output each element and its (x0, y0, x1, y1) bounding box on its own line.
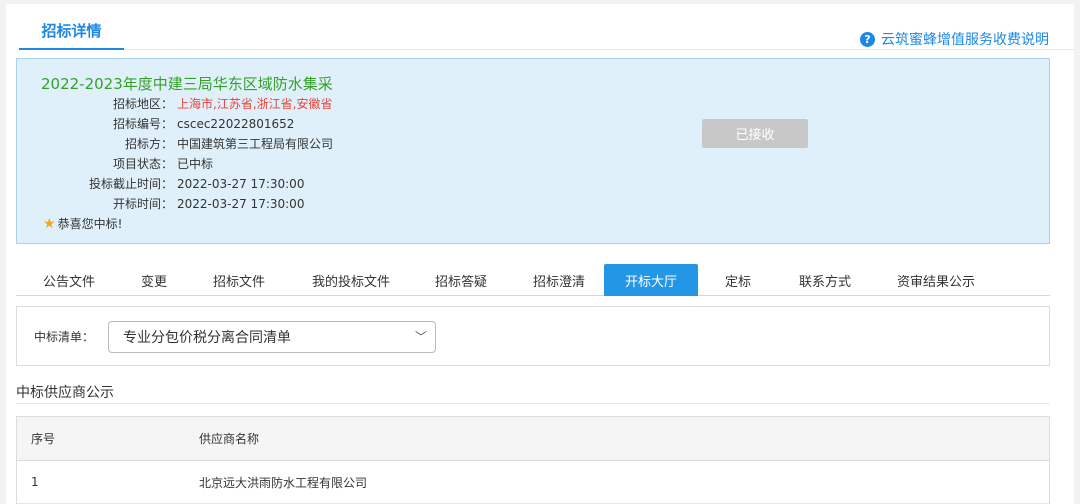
field-label: 招标方： (124, 137, 173, 151)
field-label: 招标编号： (112, 117, 173, 131)
tab-bar: 公告文件 变更 招标文件 我的投标文件 招标答疑 招标澄清 开标大厅 定标 联系… (16, 264, 1050, 296)
fee-description-link[interactable]: ? 云筑蜜蜂增值服务收费说明 (860, 29, 1049, 49)
award-list-label: 中标清单： (34, 330, 95, 344)
field-value: 上海市,江苏省,浙江省,安徽省 (177, 97, 333, 111)
tab-award[interactable]: 定标 (716, 264, 760, 296)
chevron-down-icon: ﹀ (414, 330, 427, 344)
fee-description-label: 云筑蜜蜂增值服务收费说明 (881, 32, 1049, 48)
field-value: 已中标 (177, 157, 214, 171)
field-value: 中国建筑第三工程局有限公司 (177, 137, 334, 151)
star-icon: ★ (43, 215, 56, 232)
tab-contact[interactable]: 联系方式 (788, 264, 862, 296)
field-value: 2022-03-27 17:30:00 (177, 177, 305, 191)
section-divider (16, 403, 1050, 404)
received-button[interactable]: 已接收 (702, 119, 808, 148)
field-label: 招标地区： (112, 97, 173, 111)
column-header-supplier: 供应商名称 (199, 432, 260, 446)
award-list-select[interactable]: 专业分包价税分离合同清单 ﹀ (108, 321, 436, 353)
field-label: 项目状态： (112, 157, 173, 171)
tab-my-bid-documents[interactable]: 我的投标文件 (301, 264, 401, 296)
table-cell-supplier: 北京远大洪雨防水工程有限公司 (199, 475, 368, 490)
question-circle-icon: ? (860, 31, 875, 47)
congrats-message: ★ 恭喜您中标! (43, 215, 122, 232)
project-title: 2022-2023年度中建三局华东区域防水集采 (41, 75, 333, 93)
field-value: 2022-03-27 17:30:00 (177, 197, 305, 211)
column-header-index: 序号 (31, 432, 56, 446)
supplier-section-title: 中标供应商公示 (16, 385, 114, 401)
field-value: cscec22022801652 (177, 117, 295, 131)
table-cell-index: 1 (31, 475, 39, 489)
tab-tender-documents[interactable]: 招标文件 (202, 264, 276, 296)
supplier-table: 序号 供应商名称 1 北京远大洪雨防水工程有限公司 (16, 416, 1050, 504)
project-info-panel: 2022-2023年度中建三局华东区域防水集采 招标地区： 上海市,江苏省,浙江… (16, 58, 1050, 244)
tab-qualification-results[interactable]: 资审结果公示 (888, 264, 984, 296)
tab-tender-details-label: 招标详情 (41, 22, 102, 40)
table-header-row: 序号 供应商名称 (17, 417, 1049, 461)
tab-opening-hall[interactable]: 开标大厅 (604, 264, 698, 296)
tab-announcement[interactable]: 公告文件 (32, 264, 106, 296)
table-row: 1 北京远大洪雨防水工程有限公司 (17, 461, 1049, 504)
tab-tender-qa[interactable]: 招标答疑 (424, 264, 498, 296)
tab-tender-details[interactable]: 招标详情 (19, 18, 124, 50)
award-list-filter: 中标清单： 专业分包价税分离合同清单 ﹀ (16, 306, 1050, 366)
tab-tender-clarification[interactable]: 招标澄清 (522, 264, 596, 296)
field-label: 投标截止时间： (88, 177, 173, 191)
award-list-selected: 专业分包价税分离合同清单 (123, 330, 291, 346)
header-divider (124, 49, 1074, 50)
field-label: 开标时间： (112, 197, 173, 211)
tab-changes[interactable]: 变更 (128, 264, 180, 296)
page: 招标详情 ? 云筑蜜蜂增值服务收费说明 2022-2023年度中建三局华东区域防… (6, 4, 1074, 504)
congrats-text: 恭喜您中标! (57, 217, 123, 231)
